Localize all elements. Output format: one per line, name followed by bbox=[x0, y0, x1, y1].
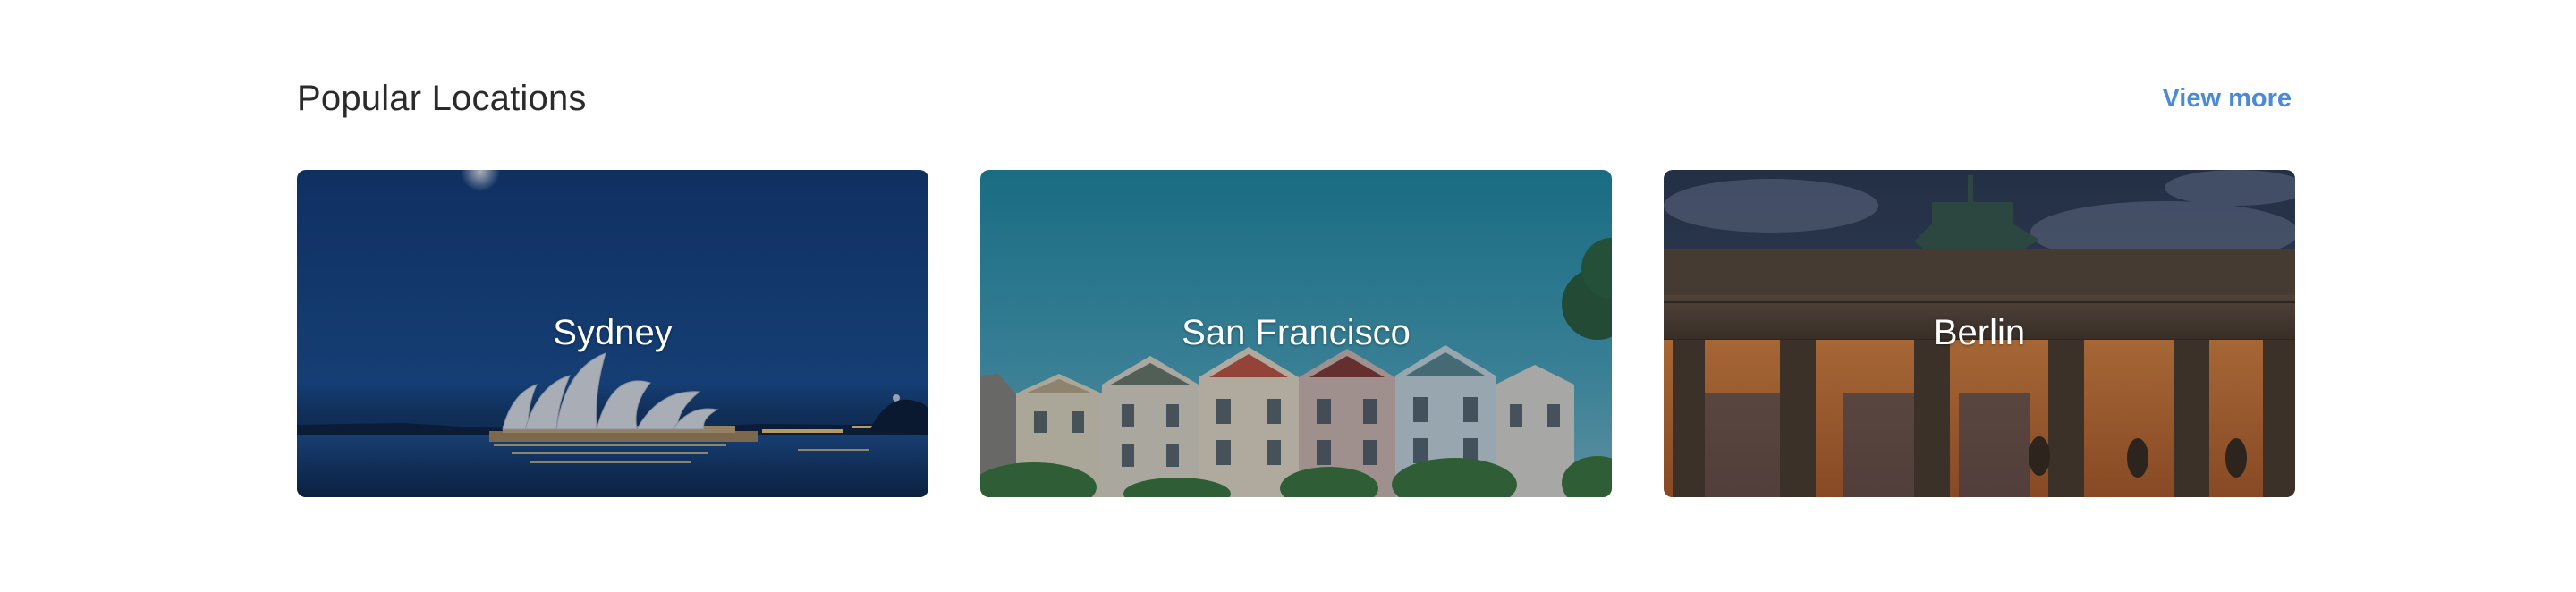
location-card-label: Sydney bbox=[553, 313, 673, 352]
section-title: Popular Locations bbox=[297, 79, 587, 118]
location-card-san-francisco[interactable]: San Francisco bbox=[980, 170, 1612, 497]
location-card-label: San Francisco bbox=[1182, 313, 1411, 352]
section-header: Popular Locations View more bbox=[297, 73, 2292, 129]
location-card-berlin[interactable]: Berlin bbox=[1664, 170, 2295, 497]
location-cards: Sydney San Francisco Berlin bbox=[297, 170, 2295, 497]
popular-locations-section: Popular Locations View more Sydney San F… bbox=[297, 0, 2295, 592]
location-card-label: Berlin bbox=[1933, 313, 2026, 352]
location-card-sydney[interactable]: Sydney bbox=[297, 170, 928, 497]
view-more-link[interactable]: View more bbox=[2162, 84, 2292, 114]
